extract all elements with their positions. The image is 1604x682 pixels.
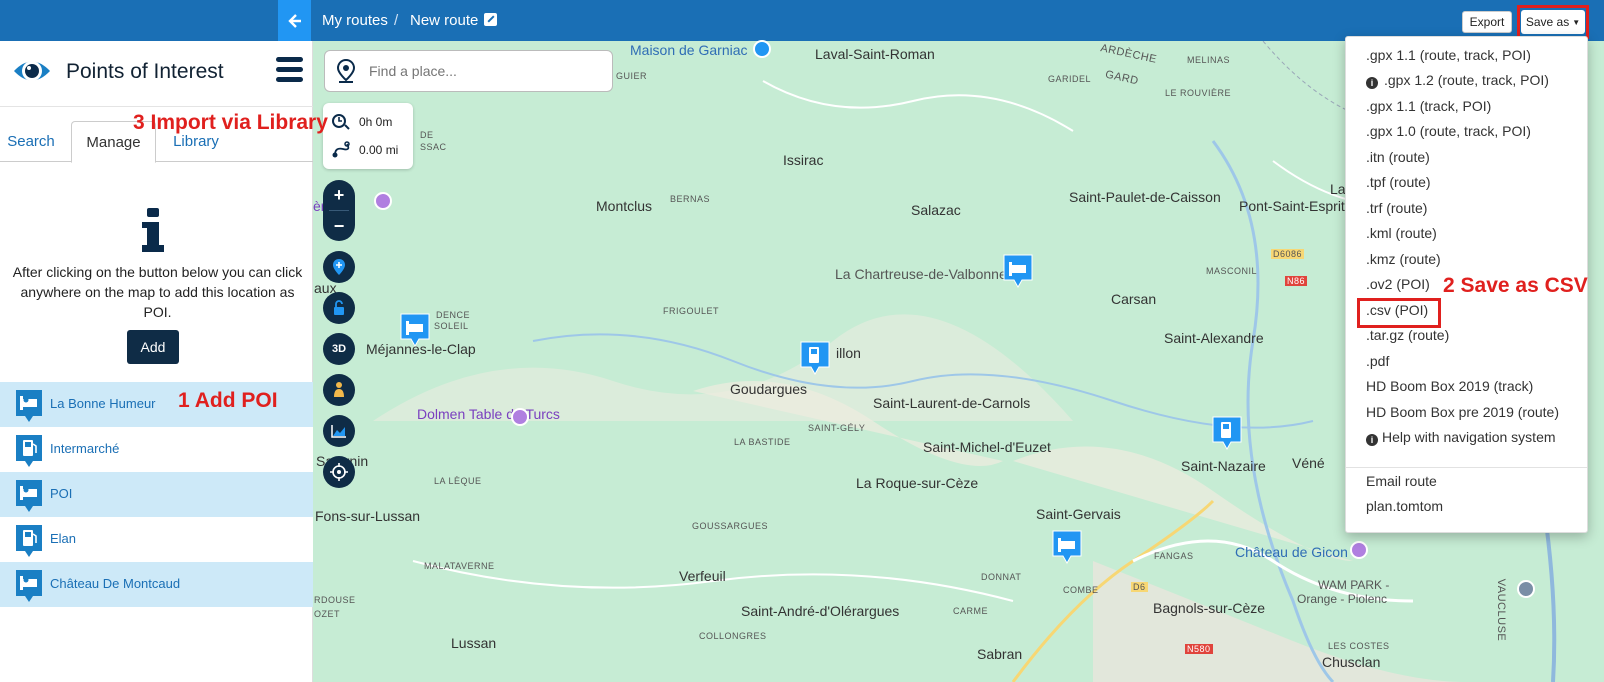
breadcrumb-separator: / xyxy=(394,12,399,29)
tab-search[interactable]: Search xyxy=(0,121,62,162)
menu-item-kml-route[interactable]: .kml (route) xyxy=(1366,225,1437,241)
menu-item-hd-boom-box-2019[interactable]: HD Boom Box 2019 (track) xyxy=(1366,378,1533,394)
hamburger-menu-icon[interactable] xyxy=(276,57,303,85)
menu-item-gpx11-track-poi[interactable]: .gpx 1.1 (track, POI) xyxy=(1366,98,1491,114)
zoom-out-button[interactable]: − xyxy=(323,211,355,241)
poi-label: Château De Montcaud xyxy=(50,576,181,591)
menu-item-tar-gz-route[interactable]: .tar.gz (route) xyxy=(1366,327,1449,343)
add-poi-instructions: After clicking on the button below you c… xyxy=(12,264,303,320)
sidebar-header: Points of Interest xyxy=(0,41,313,107)
annotation-step-3: 3 Import via Library xyxy=(133,111,328,134)
crosshair-icon xyxy=(330,463,348,481)
arrow-left-icon xyxy=(287,13,301,28)
csv-highlight-box xyxy=(1357,298,1441,328)
person-icon xyxy=(334,382,344,397)
menu-item-pdf[interactable]: .pdf xyxy=(1366,353,1389,369)
location-pin-icon xyxy=(336,59,356,83)
zoom-in-button[interactable]: + xyxy=(323,180,355,210)
shopping-icon[interactable] xyxy=(753,40,771,58)
menu-item-gpx11-route-track-poi[interactable]: .gpx 1.1 (route, track, POI) xyxy=(1366,47,1531,63)
export-button[interactable]: Export xyxy=(1462,11,1512,33)
attraction-icon[interactable] xyxy=(1517,580,1535,598)
bed-icon xyxy=(16,480,42,512)
info-circle-icon: i xyxy=(1366,77,1378,89)
find-place-search[interactable] xyxy=(324,50,613,92)
map-fuel-marker[interactable] xyxy=(800,341,830,375)
poi-label: Elan xyxy=(50,531,77,546)
poi-list-item[interactable]: POI xyxy=(0,472,313,517)
edit-icon[interactable] xyxy=(484,13,497,26)
map-fuel-marker[interactable] xyxy=(1212,416,1242,450)
bed-icon xyxy=(16,570,42,602)
street-view-button[interactable] xyxy=(323,374,355,406)
info-circle-icon: i xyxy=(1366,434,1378,446)
poi-sidebar: Points of Interest Search Manage Library… xyxy=(0,41,313,682)
elevation-chart-icon xyxy=(331,425,346,438)
poi-list: La Bonne Humeur Intermarché POI Elan Châ… xyxy=(0,382,313,607)
add-poi-button[interactable]: Add xyxy=(127,330,179,364)
menu-item-itn-route[interactable]: .itn (route) xyxy=(1366,149,1430,165)
unlock-icon xyxy=(334,300,344,315)
app-root: My routes / New route Export Save as ▼ P… xyxy=(0,0,1604,682)
save-as-highlight-box xyxy=(1517,5,1589,39)
zoom-controls: + − xyxy=(323,180,355,241)
breadcrumb-my-routes[interactable]: My routes xyxy=(322,12,388,29)
distance-value: 0.00 mi xyxy=(359,143,399,157)
breadcrumb-current-route: New route xyxy=(410,12,479,29)
map-hotel-marker[interactable] xyxy=(1052,530,1082,564)
menu-divider xyxy=(1346,467,1587,468)
annotation-step-2: 2 Save as CSV xyxy=(1443,274,1588,297)
toggle-3d-button[interactable]: 3D xyxy=(323,333,355,365)
map-pin-plus-icon xyxy=(333,259,345,275)
search-input[interactable] xyxy=(369,61,599,81)
poi-label: POI xyxy=(50,486,73,501)
poi-list-item[interactable]: Elan xyxy=(0,517,313,562)
duration-value: 0h 0m xyxy=(359,115,393,129)
menu-item-kmz-route[interactable]: .kmz (route) xyxy=(1366,251,1441,267)
fuel-icon xyxy=(16,525,42,557)
add-waypoint-button[interactable] xyxy=(323,251,355,283)
lock-button[interactable] xyxy=(323,292,355,324)
menu-item-tpf-route[interactable]: .tpf (route) xyxy=(1366,174,1431,190)
poi-list-item[interactable]: Intermarché xyxy=(0,427,313,472)
top-bar: My routes / New route Export Save as ▼ xyxy=(0,0,1604,41)
menu-item-email-route[interactable]: Email route xyxy=(1366,473,1437,489)
locate-me-button[interactable] xyxy=(323,456,355,488)
attraction-icon[interactable] xyxy=(374,192,392,210)
poi-label: La Bonne Humeur xyxy=(50,396,156,411)
info-icon xyxy=(142,208,164,252)
menu-item-ov2-poi[interactable]: .ov2 (POI) xyxy=(1366,276,1430,292)
attraction-icon[interactable] xyxy=(511,408,529,426)
route-stats-panel: 0h 0m 0.00 mi xyxy=(323,103,413,169)
menu-item-help-navigation[interactable]: i Help with navigation system xyxy=(1366,429,1556,446)
map-hotel-marker[interactable] xyxy=(1003,254,1033,288)
menu-item-hd-boom-box-pre-2019[interactable]: HD Boom Box pre 2019 (route) xyxy=(1366,404,1559,420)
bed-icon xyxy=(16,390,42,422)
duration-row: 0h 0m xyxy=(331,111,392,133)
menu-item-trf-route[interactable]: .trf (route) xyxy=(1366,200,1427,216)
menu-item-gpx12-route-track-poi[interactable]: i .gpx 1.2 (route, track, POI) xyxy=(1366,72,1549,89)
menu-item-label: .gpx 1.2 (route, track, POI) xyxy=(1384,72,1549,88)
menu-item-gpx10-route-track-poi[interactable]: .gpx 1.0 (route, track, POI) xyxy=(1366,123,1531,139)
distance-row: 0.00 mi xyxy=(331,139,398,161)
menu-item-plan-tomtom[interactable]: plan.tomtom xyxy=(1366,498,1443,514)
back-button[interactable] xyxy=(278,0,311,41)
eye-icon xyxy=(14,61,50,81)
elevation-profile-button[interactable] xyxy=(323,415,355,447)
attraction-icon[interactable] xyxy=(1350,541,1368,559)
clock-icon xyxy=(332,114,350,130)
fuel-icon xyxy=(16,435,42,467)
poi-label: Intermarché xyxy=(50,441,120,456)
distance-icon xyxy=(332,141,350,158)
sidebar-title: Points of Interest xyxy=(66,60,224,83)
annotation-step-1: 1 Add POI xyxy=(178,389,278,412)
menu-item-label: Help with navigation system xyxy=(1382,429,1556,445)
map-hotel-marker[interactable] xyxy=(400,313,430,347)
poi-list-item[interactable]: Château De Montcaud xyxy=(0,562,313,607)
